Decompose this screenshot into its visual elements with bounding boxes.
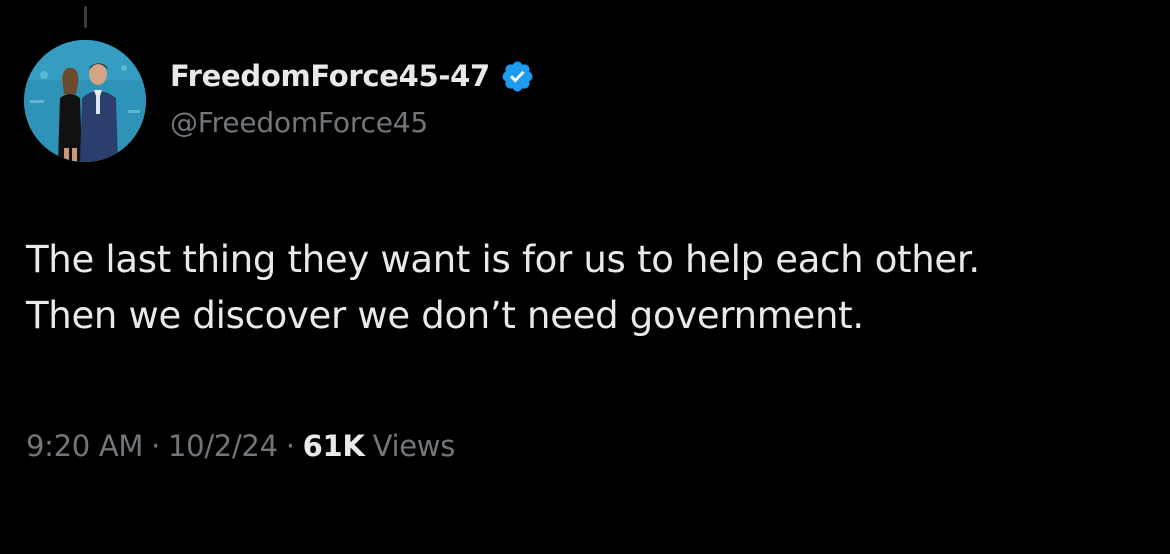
tweet-text: The last thing they want is for us to he… [26, 232, 1146, 344]
tweet-text-line: The last thing they want is for us to he… [26, 238, 980, 281]
avatar[interactable] [24, 40, 146, 162]
views-label: Views [372, 429, 456, 463]
verified-badge-icon[interactable] [500, 59, 535, 94]
tweet-meta: 9:20 AM · 10/2/24 · 61K Views [26, 424, 455, 468]
tweet-text-line: Then we discover we don’t need governmen… [26, 294, 864, 337]
author-display-name[interactable]: FreedomForce45-47 [170, 59, 490, 93]
meta-separator: · [151, 429, 161, 463]
thread-connector-line [84, 6, 87, 28]
author-name-row: FreedomForce45-47 [170, 54, 535, 98]
tweet-date[interactable]: 10/2/24 [168, 429, 278, 463]
avatar-photo [24, 40, 146, 162]
tweet-time[interactable]: 9:20 AM [26, 429, 143, 463]
views-count[interactable]: 61K [303, 429, 365, 463]
author-handle[interactable]: @FreedomForce45 [170, 106, 428, 139]
meta-separator: · [285, 429, 295, 463]
